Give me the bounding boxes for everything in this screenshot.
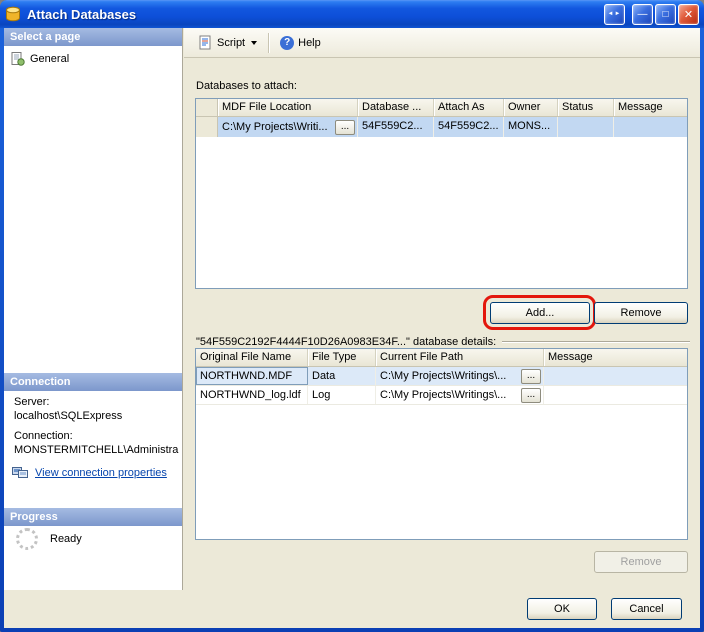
minimize-button[interactable]: —: [632, 4, 653, 25]
column-header-current-file-path[interactable]: Current File Path: [376, 349, 544, 366]
progress-row: Ready: [16, 528, 82, 550]
message-cell[interactable]: [614, 117, 687, 137]
server-label: Server:: [14, 396, 49, 408]
column-header-file-type[interactable]: File Type: [308, 349, 376, 366]
toolbar: Script Help: [184, 28, 700, 58]
current-file-path-value: C:\My Projects\Writings\...: [380, 370, 506, 382]
sidebar: Select a page General Connection Server:…: [4, 28, 183, 590]
databases-to-attach-label: Databases to attach:: [196, 80, 297, 92]
ok-button[interactable]: OK: [527, 598, 597, 620]
window-arrows-button[interactable]: ◄►: [604, 4, 625, 25]
progress-header: Progress: [4, 508, 182, 526]
window-title: Attach Databases: [27, 7, 602, 22]
message-cell[interactable]: [544, 386, 687, 404]
general-page-icon: [11, 52, 25, 66]
grid2-header-row: Original File Name File Type Current Fil…: [196, 349, 687, 367]
mdf-file-location-value: C:\My Projects\Writi...: [222, 121, 328, 133]
current-file-path-cell[interactable]: C:\My Projects\Writings\... ...: [376, 367, 544, 385]
message-cell[interactable]: [544, 367, 687, 385]
grid1-header-row: MDF File Location Database ... Attach As…: [196, 99, 687, 117]
file-type-cell[interactable]: Log: [308, 386, 376, 404]
connection-properties-icon: [12, 466, 29, 480]
file-type-cell[interactable]: Data: [308, 367, 376, 385]
column-header-mdf-file-location[interactable]: MDF File Location: [218, 99, 358, 116]
database-details-grid: Original File Name File Type Current Fil…: [195, 348, 688, 540]
progress-spinner-icon: [16, 528, 38, 550]
attach-database-icon: [5, 6, 22, 22]
connection-value: MONSTERMITCHELL\Administra: [14, 444, 178, 456]
add-button[interactable]: Add...: [490, 302, 590, 324]
browse-button[interactable]: ...: [521, 369, 541, 384]
maximize-button[interactable]: □: [655, 4, 676, 25]
current-file-path-value: C:\My Projects\Writings\...: [380, 389, 506, 401]
databases-to-attach-grid: MDF File Location Database ... Attach As…: [195, 98, 688, 289]
original-file-name-cell[interactable]: NORTHWND.MDF: [196, 367, 308, 385]
connection-label: Connection:: [14, 430, 73, 442]
owner-cell[interactable]: MONS...: [504, 117, 558, 137]
details-remove-button[interactable]: Remove: [594, 551, 688, 573]
current-file-path-cell[interactable]: C:\My Projects\Writings\... ...: [376, 386, 544, 404]
database-cell[interactable]: 54F559C2...: [358, 117, 434, 137]
main-pane: Script Help Databases to attach: MDF Fil…: [184, 28, 700, 590]
help-button[interactable]: Help: [274, 33, 327, 53]
footer-bar: OK Cancel: [4, 590, 700, 628]
toolbar-separator: [268, 33, 269, 53]
table-row[interactable]: NORTHWND.MDF Data C:\My Projects\Writing…: [196, 367, 687, 386]
database-details-label: "54F559C2192F4444F10D26A0983E34F..." dat…: [196, 336, 496, 348]
chevron-down-icon: [251, 41, 257, 45]
dialog-body: Select a page General Connection Server:…: [4, 28, 700, 628]
script-button-label: Script: [217, 37, 245, 49]
close-button[interactable]: ✕: [678, 4, 699, 25]
cancel-button[interactable]: Cancel: [611, 598, 682, 620]
table-row[interactable]: C:\My Projects\Writi... ... 54F559C2... …: [196, 117, 687, 137]
server-value: localhost\SQLExpress: [14, 410, 122, 422]
sidebar-item-general[interactable]: General: [7, 50, 179, 68]
column-header-original-file-name[interactable]: Original File Name: [196, 349, 308, 366]
select-a-page-header: Select a page: [4, 28, 182, 46]
column-header-message[interactable]: Message: [544, 349, 687, 366]
original-file-name-cell[interactable]: NORTHWND_log.ldf: [196, 386, 308, 404]
column-header-attach-as[interactable]: Attach As: [434, 99, 504, 116]
script-icon: [198, 35, 213, 50]
database-details-row: "54F559C2192F4444F10D26A0983E34F..." dat…: [196, 336, 690, 348]
status-cell[interactable]: [558, 117, 614, 137]
column-header-database[interactable]: Database ...: [358, 99, 434, 116]
details-divider: [502, 341, 690, 343]
attach-databases-dialog: Attach Databases ◄► — □ ✕ Select a page: [0, 0, 704, 632]
help-icon: [280, 36, 294, 50]
column-header-row-selector[interactable]: [196, 99, 218, 116]
column-header-owner[interactable]: Owner: [504, 99, 558, 116]
titlebar[interactable]: Attach Databases ◄► — □ ✕: [0, 0, 704, 28]
help-button-label: Help: [298, 37, 321, 49]
column-header-status[interactable]: Status: [558, 99, 614, 116]
row-selector-cell[interactable]: [196, 117, 218, 137]
remove-button[interactable]: Remove: [594, 302, 688, 324]
browse-button[interactable]: ...: [521, 388, 541, 403]
view-connection-properties-link[interactable]: View connection properties: [35, 467, 167, 479]
column-header-message[interactable]: Message: [614, 99, 687, 116]
sidebar-item-general-label: General: [30, 53, 69, 65]
connection-properties-row: View connection properties: [12, 466, 167, 480]
script-button[interactable]: Script: [192, 32, 263, 53]
table-row[interactable]: NORTHWND_log.ldf Log C:\My Projects\Writ…: [196, 386, 687, 405]
connection-header: Connection: [4, 373, 182, 391]
attach-as-cell[interactable]: 54F559C2...: [434, 117, 504, 137]
browse-button[interactable]: ...: [335, 120, 355, 135]
mdf-file-location-cell[interactable]: C:\My Projects\Writi... ...: [218, 117, 358, 137]
progress-status: Ready: [50, 533, 82, 545]
